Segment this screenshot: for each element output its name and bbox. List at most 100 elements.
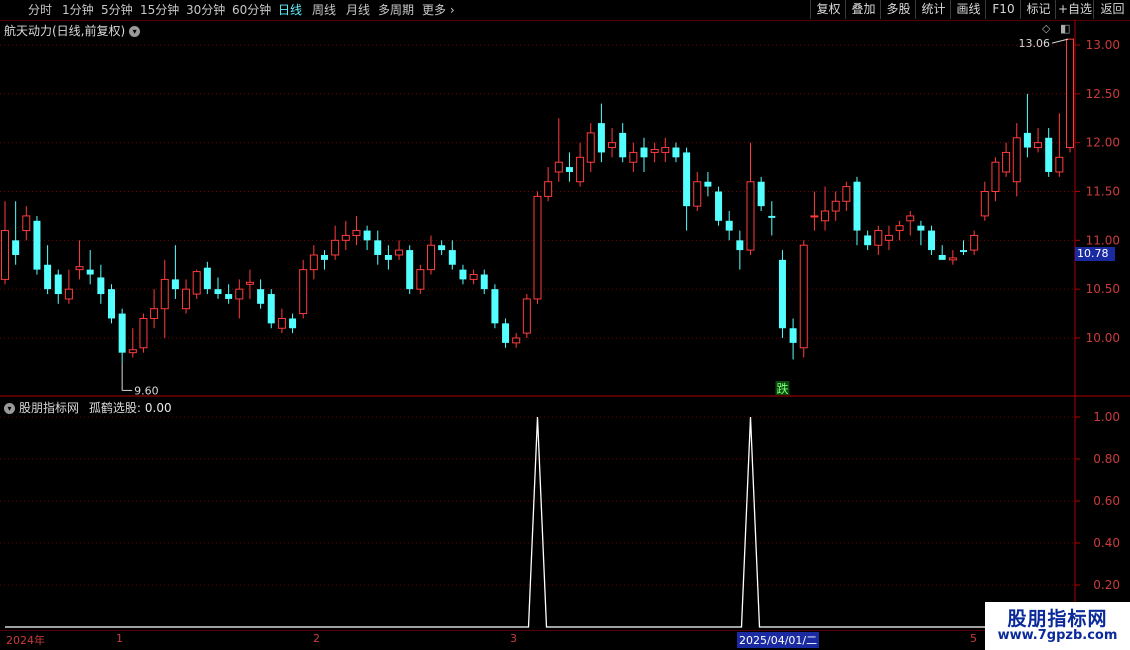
candle-body-up xyxy=(512,337,521,344)
y-tick-label: 11.50 xyxy=(1086,185,1120,199)
candle-body-up xyxy=(629,151,638,163)
candle-body-down xyxy=(257,289,265,304)
candle-body-down xyxy=(757,181,765,207)
watermark-title: 股朋指标网 xyxy=(1007,608,1108,630)
y-tick-label: 0.60 xyxy=(1093,494,1120,508)
candle-body-up xyxy=(192,271,201,295)
candle-body-up xyxy=(586,132,595,163)
candle-body-up xyxy=(948,257,957,261)
y-tick-label: 0.80 xyxy=(1093,452,1120,466)
candle-body-up xyxy=(299,269,308,315)
candle-body-up xyxy=(522,298,531,334)
y-tick-label: 0.40 xyxy=(1093,536,1120,550)
candle-body-down xyxy=(917,225,925,231)
candle-body-up xyxy=(895,225,904,232)
candle-body-up xyxy=(469,274,478,280)
candle-body-up xyxy=(693,181,702,207)
candle-body-down xyxy=(1023,132,1031,148)
candle-body-up xyxy=(661,147,670,153)
candle-body-down xyxy=(491,289,499,324)
candle-body-down xyxy=(33,220,41,270)
candle-body-down xyxy=(864,235,872,246)
candle-body-down xyxy=(289,318,297,329)
candle-body-down xyxy=(86,269,94,275)
candle-body-up xyxy=(874,230,883,246)
candle-body-up xyxy=(75,266,84,271)
candle-body-up xyxy=(1055,156,1064,173)
candle-body-down xyxy=(725,220,733,231)
kline-chart[interactable]: 13.00 12.50 12.00 11.50 11.00 10.50 10.00 1.00 0… xyxy=(0,0,1130,650)
y-tick-label: 10.00 xyxy=(1086,331,1120,345)
candle-body-up xyxy=(906,215,915,222)
candle-body-down xyxy=(1045,137,1053,172)
candle-body-down xyxy=(438,245,446,251)
candle-body-up xyxy=(341,234,350,241)
candle-body-down xyxy=(619,132,627,158)
date-label: 2 xyxy=(313,632,320,645)
candle-body-down xyxy=(406,250,414,290)
current-price-tag: 10.78 xyxy=(1075,247,1115,261)
candle-body-down xyxy=(853,181,861,231)
signal-marker: 跌 xyxy=(776,381,788,396)
candle-body-up xyxy=(331,239,340,256)
candle-body-up xyxy=(544,181,553,197)
candle-body-up xyxy=(554,161,563,173)
candle-body-up xyxy=(1012,137,1021,183)
candle-body-down xyxy=(704,181,712,187)
candle-body-up xyxy=(1034,142,1043,149)
candle-body-up xyxy=(533,195,542,300)
candle-body-up xyxy=(150,308,159,319)
candle-body-down xyxy=(118,313,126,353)
y-tick-label: 12.50 xyxy=(1086,87,1120,101)
candle-body-up xyxy=(352,230,361,236)
date-axis: 2024年 1 2 3 2025/04/01/二 5 xyxy=(0,630,1075,648)
candle-body-down xyxy=(171,279,179,290)
high-price-label: 13.06 xyxy=(1019,37,1051,50)
candle-body-down xyxy=(225,294,233,299)
candle-body-down xyxy=(44,264,52,290)
indicator-line xyxy=(5,416,1070,628)
candle-body-up xyxy=(884,234,893,241)
candle-body-up xyxy=(650,149,659,153)
candle-body-down xyxy=(960,250,967,253)
low-price-label: 9.60 xyxy=(134,384,159,397)
candle-body-up xyxy=(277,317,286,329)
candle-body-down xyxy=(672,147,680,158)
y-tick-label: 13.00 xyxy=(1086,38,1120,52)
candle-body-down xyxy=(363,230,371,241)
y-tick-label: 1.00 xyxy=(1093,410,1120,424)
candle-body-down xyxy=(928,230,936,251)
candle-body-down xyxy=(480,274,488,290)
candle-body-up xyxy=(608,142,617,149)
candle-body-down xyxy=(502,323,510,343)
date-label: 2024年 xyxy=(6,634,45,647)
candle-body-down xyxy=(384,254,392,260)
candle-body-up xyxy=(576,156,585,183)
candle-body-down xyxy=(459,269,467,280)
candle-body-up xyxy=(416,269,425,290)
date-label: 3 xyxy=(510,632,517,645)
candle-body-up xyxy=(799,244,808,349)
candle-body-down xyxy=(108,289,115,319)
candle-body-down xyxy=(448,250,456,265)
y-tick-label: 0.20 xyxy=(1093,578,1120,592)
candle-body-down xyxy=(938,254,946,260)
candle-body-down xyxy=(736,240,744,251)
candle-body-up xyxy=(245,281,254,285)
candle-body-up xyxy=(235,288,244,300)
candle-body-up xyxy=(810,215,819,218)
candle-body-up xyxy=(309,254,318,271)
candle-body-down xyxy=(12,240,20,255)
candle-body-down xyxy=(789,328,797,343)
candle-body-up xyxy=(64,288,73,300)
date-label: 1 xyxy=(116,632,123,645)
candle-body-up xyxy=(427,244,435,271)
candle-body-down xyxy=(565,167,573,172)
candle-body-down xyxy=(640,147,648,158)
watermark-url: www.7gpzb.com xyxy=(997,628,1118,643)
candle-body-down xyxy=(778,259,786,329)
candle-body-up xyxy=(821,210,830,222)
y-tick-label: 10.50 xyxy=(1086,282,1120,296)
candle-body-down xyxy=(597,123,605,153)
candle-body-up xyxy=(395,249,404,256)
